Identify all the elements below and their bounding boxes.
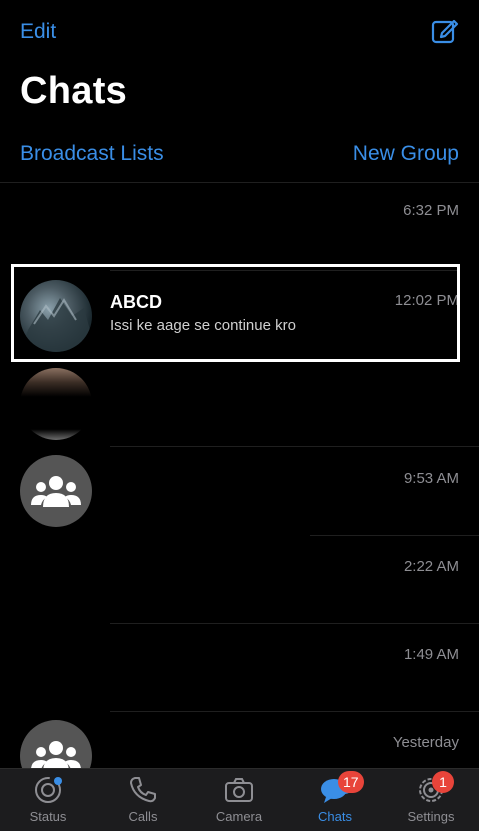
tab-settings[interactable]: 1 Settings xyxy=(383,771,479,824)
gear-icon: 1 xyxy=(416,771,454,805)
tab-label: Chats xyxy=(318,809,352,824)
selection-highlight xyxy=(11,264,460,362)
chat-time: Yesterday xyxy=(392,734,459,751)
status-icon xyxy=(33,775,63,805)
tab-label: Calls xyxy=(128,809,158,824)
compose-icon[interactable] xyxy=(431,16,459,44)
divider xyxy=(110,446,479,447)
tab-camera[interactable]: Camera xyxy=(191,775,287,824)
chat-row[interactable]: 1:49 AM xyxy=(0,626,479,714)
tab-bar: Status Calls Camera 17 Chats 1 Settings xyxy=(0,768,479,831)
tab-label: Settings xyxy=(407,809,455,824)
tab-label: Status xyxy=(29,809,67,824)
avatar xyxy=(20,455,92,527)
phone-icon xyxy=(128,775,158,805)
tab-calls[interactable]: Calls xyxy=(95,775,191,824)
chat-row[interactable]: 6:32 PM xyxy=(0,182,479,270)
divider xyxy=(110,711,479,712)
top-bar: Edit xyxy=(0,0,479,64)
chat-time: 9:53 AM xyxy=(403,470,459,487)
tab-status[interactable]: Status xyxy=(0,775,96,824)
chat-time: 2:22 AM xyxy=(403,558,459,575)
tab-label: Camera xyxy=(215,809,263,824)
settings-badge: 1 xyxy=(432,771,454,793)
avatar xyxy=(20,368,92,440)
chat-row[interactable]: 9:53 AM xyxy=(0,450,479,538)
divider xyxy=(110,623,479,624)
chat-row[interactable]: 2:22 AM xyxy=(0,538,479,626)
group-icon xyxy=(31,476,81,507)
chats-icon: 17 xyxy=(320,771,364,805)
broadcast-lists-link[interactable]: Broadcast Lists xyxy=(20,142,164,166)
new-group-link[interactable]: New Group xyxy=(353,142,459,166)
chat-time: 1:49 AM xyxy=(403,646,459,663)
chat-time: 6:32 PM xyxy=(403,202,459,219)
unread-badge: 17 xyxy=(338,771,364,793)
divider xyxy=(310,535,479,536)
page-title: Chats xyxy=(20,70,128,112)
edit-button[interactable]: Edit xyxy=(20,20,56,44)
camera-icon xyxy=(224,775,254,805)
chat-row[interactable] xyxy=(0,362,479,450)
tab-chats[interactable]: 17 Chats xyxy=(287,771,383,824)
actions-bar: Broadcast Lists New Group xyxy=(20,142,459,172)
